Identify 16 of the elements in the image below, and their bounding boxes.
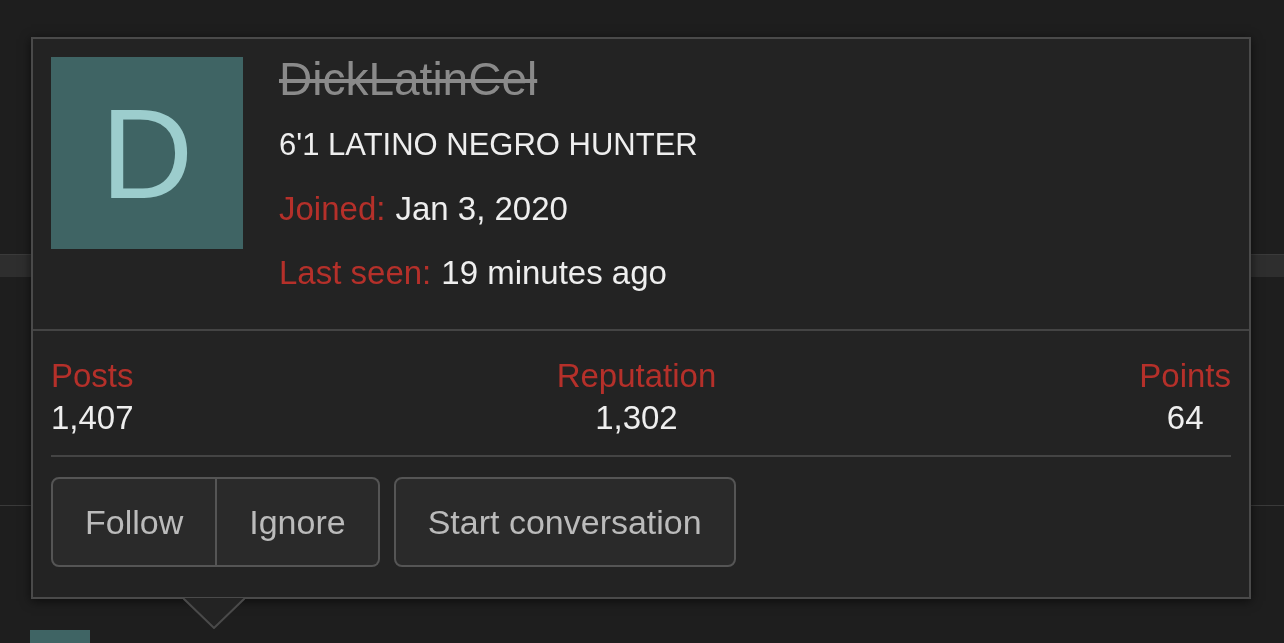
avatar: D — [51, 57, 243, 249]
action-button[interactable]: Follow — [51, 477, 218, 567]
fact-value: Jan 3, 2020 — [395, 189, 568, 229]
fact-label: Joined: — [279, 189, 386, 229]
stat-label: Reputation — [556, 356, 717, 396]
action-button[interactable]: Start conversation — [393, 477, 736, 567]
stat-value: 1,407 — [51, 398, 134, 438]
username[interactable]: DickLatinCel — [279, 51, 698, 107]
fact-value: 19 minutes ago — [441, 253, 667, 293]
stat-label: Posts — [51, 356, 134, 396]
fact-label: Last seen: — [279, 253, 432, 293]
stat-value: 1,302 — [595, 398, 678, 438]
stat-label: Points — [1139, 356, 1231, 396]
action-button[interactable]: Ignore — [217, 477, 380, 567]
stat-value: 64 — [1166, 398, 1204, 438]
user-title: 6'1 LATINO NEGRO HUNTER — [279, 126, 698, 164]
